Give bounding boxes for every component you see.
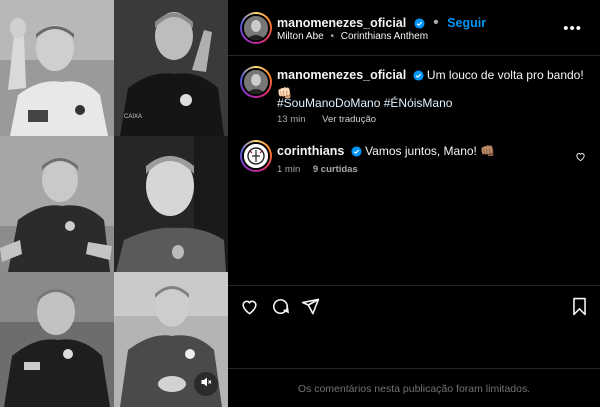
audio-link[interactable]: Corinthians Anthem	[341, 31, 428, 42]
save-icon	[571, 297, 588, 320]
photo-smiling-training	[0, 272, 114, 407]
heart-icon	[240, 300, 259, 320]
share-icon	[301, 298, 320, 320]
comment-username[interactable]: corinthians	[277, 144, 344, 158]
instagram-post: CAIXA manomenezes_oficial • Seguir Milto…	[0, 0, 600, 407]
svg-text:CAIXA: CAIXA	[124, 114, 142, 120]
post-media-collage[interactable]: CAIXA	[0, 0, 228, 407]
verified-icon	[351, 146, 362, 160]
comment-text: Vamos juntos, Mano! 👊🏽	[365, 144, 496, 158]
caption-avatar[interactable]	[240, 66, 272, 98]
comment-icon	[271, 299, 290, 320]
photo-laughing-coach	[0, 136, 114, 272]
like-button[interactable]	[240, 297, 259, 321]
author-username[interactable]: manomenezes_oficial	[277, 16, 406, 30]
heart-icon	[575, 149, 586, 166]
separator-dot: •	[433, 14, 439, 31]
translate-link[interactable]: Ver tradução	[322, 114, 376, 125]
comment-button[interactable]	[271, 297, 290, 321]
comment-avatar[interactable]	[240, 140, 272, 172]
photo-thinking-pose: CAIXA	[114, 0, 228, 136]
caption-username[interactable]: manomenezes_oficial	[277, 68, 406, 82]
mute-icon	[200, 375, 212, 393]
follow-button[interactable]: Seguir	[447, 16, 486, 30]
post-actions	[228, 285, 600, 327]
mute-button[interactable]	[194, 372, 218, 396]
caption-timestamp[interactable]: 13 min	[277, 114, 306, 125]
save-button[interactable]	[571, 297, 588, 321]
comment-likes[interactable]: 9 curtidas	[313, 164, 358, 175]
author-avatar[interactable]	[240, 12, 272, 44]
comment-timestamp[interactable]: 1 min	[277, 164, 300, 175]
more-icon: •••	[563, 20, 582, 37]
location-link[interactable]: Milton Abe	[277, 31, 324, 42]
caption-hashtags[interactable]: #SouManoDoMano #ÉNóisMano	[277, 96, 452, 110]
separator-dot: •	[330, 31, 334, 42]
post-header: manomenezes_oficial • Seguir Milton Abe …	[228, 0, 600, 56]
share-button[interactable]	[301, 297, 320, 321]
comment-like-button[interactable]	[575, 149, 586, 167]
more-options-button[interactable]: •••	[563, 20, 582, 37]
post-side-panel: manomenezes_oficial • Seguir Milton Abe …	[228, 0, 600, 407]
comments-limited-notice: Os comentários nesta publicação foram li…	[228, 368, 600, 407]
photo-looking-up	[114, 136, 228, 272]
verified-icon	[413, 69, 424, 85]
photo-thumbs-up	[0, 0, 114, 136]
